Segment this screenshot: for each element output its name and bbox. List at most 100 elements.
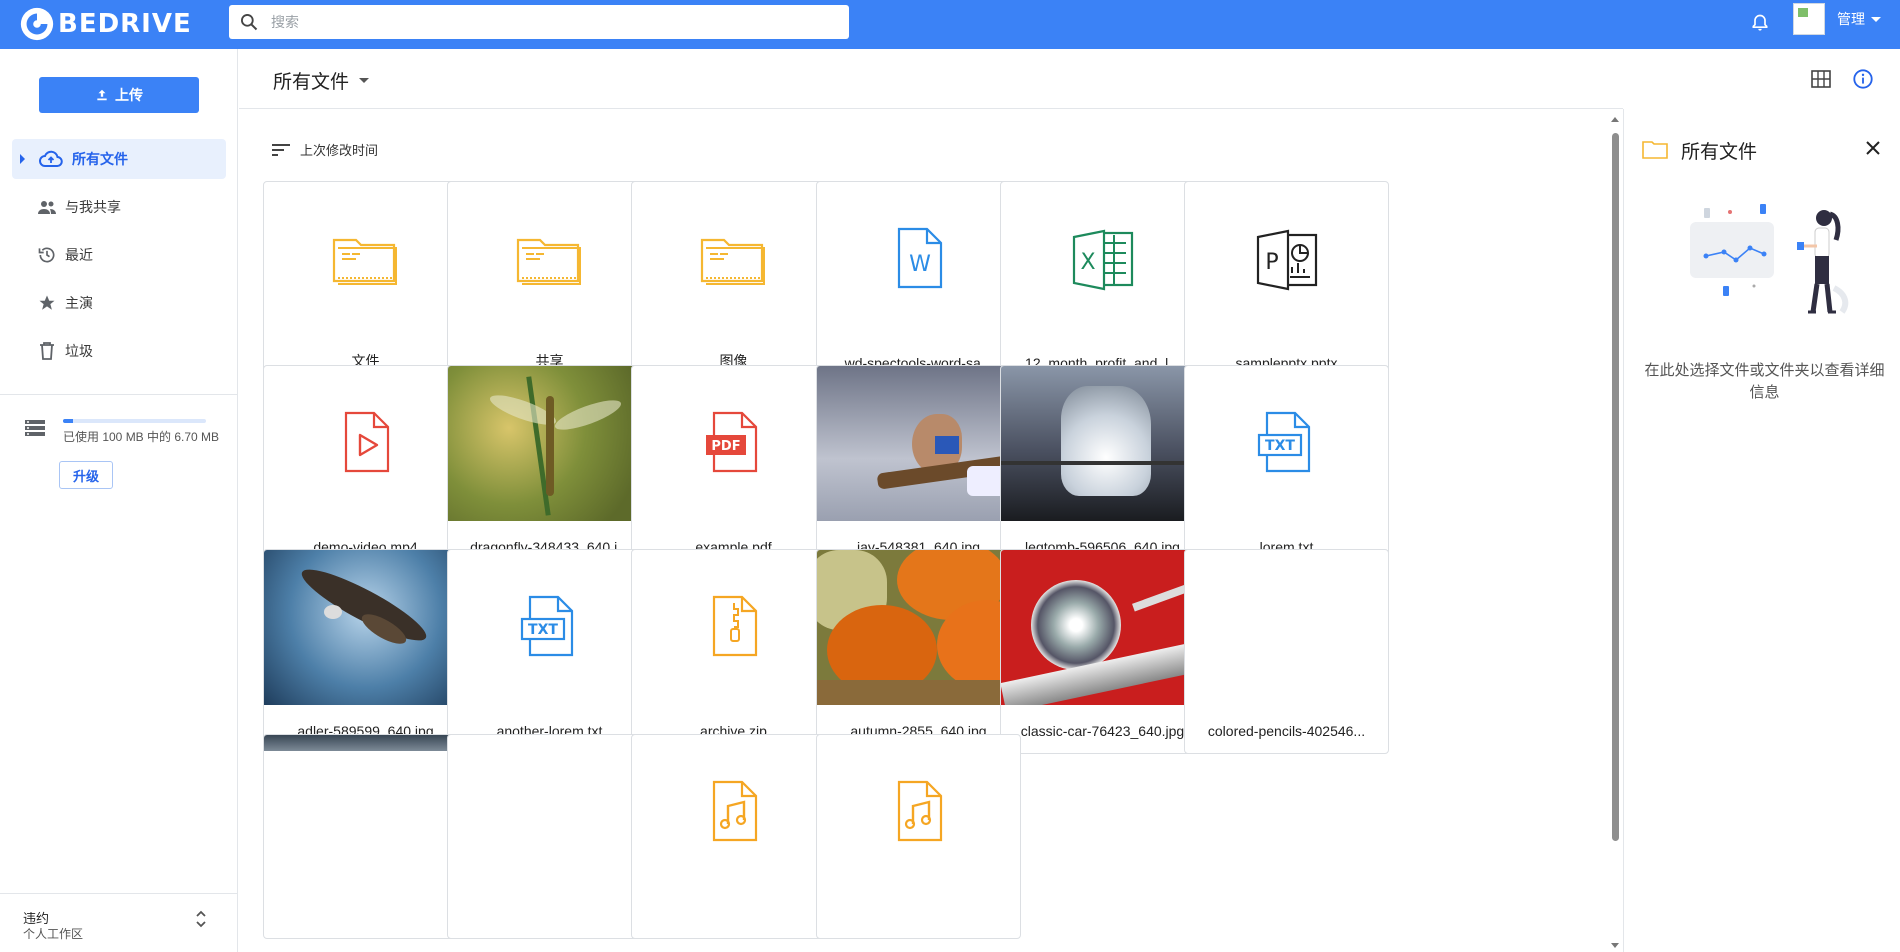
empty-state-illustration (1690, 204, 1849, 314)
sidebar-item-all-files[interactable]: 所有文件 (12, 139, 226, 179)
details-panel: 所有文件 在此处选择文件或文件夹以查看详细信息 (1623, 109, 1900, 952)
pumpkins-image (817, 550, 1020, 705)
sidebar-item-label: 最近 (65, 247, 93, 263)
file-card[interactable]: TXT another-lorem.txt (447, 549, 652, 754)
sidebar-item-trash[interactable]: 垃圾 (12, 331, 226, 371)
audio-file-icon (817, 735, 1020, 890)
folder-icon (264, 182, 467, 337)
excel-file-icon: X (1001, 182, 1204, 337)
chevron-down-icon (359, 78, 370, 83)
svg-text:P: P (1265, 250, 1278, 275)
people-icon (34, 199, 60, 215)
sidebar-item-label: 主演 (65, 295, 93, 311)
breadcrumb[interactable]: 所有文件 (273, 67, 370, 94)
sidebar-item-label: 所有文件 (72, 151, 128, 167)
grid-view-icon[interactable] (1811, 70, 1831, 88)
file-card[interactable]: classic-car-76423_640.jpg (1000, 549, 1205, 754)
svg-text:X: X (1080, 250, 1095, 275)
file-grid: 文件 共享 图像 Wwd-spectools-word-sa... X 12_month_… (263, 181, 1585, 952)
file-card[interactable] (631, 734, 836, 939)
word-file-icon: W (817, 182, 1020, 337)
scroll-up-icon[interactable] (1611, 117, 1619, 122)
svg-text:TXT: TXT (1265, 438, 1295, 454)
folder-icon (448, 182, 651, 337)
file-name: classic-car-76423_640.jpg (1020, 723, 1185, 739)
file-card[interactable]: Psamplepptx.pptx (1184, 181, 1389, 386)
storage-icon (25, 420, 45, 436)
notifications-button[interactable] (1747, 10, 1773, 36)
sidebar-item-recent[interactable]: 最近 (12, 235, 226, 275)
txt-file-icon: TXT (448, 550, 651, 705)
unfold-icon (196, 910, 206, 928)
file-card[interactable]: dragonfly-348433_640.j... (447, 365, 652, 570)
logo[interactable]: BEDRIVE (18, 4, 192, 44)
search-box[interactable] (229, 5, 849, 39)
sidebar-item-label: 与我共享 (65, 199, 121, 215)
sidebar-nav: 所有文件 与我共享 最近 主演 垃圾 (0, 139, 238, 379)
bell-icon (1752, 14, 1768, 31)
dragonfly-image (448, 366, 651, 521)
file-card[interactable]: X 12_month_profit_and_l... (1000, 181, 1205, 386)
sidebar-item-label: 垃圾 (65, 343, 93, 359)
details-title: 所有文件 (1681, 142, 1758, 163)
file-card[interactable]: PDF example.pdf (631, 365, 836, 570)
sidebar-item-shared[interactable]: 与我共享 (12, 187, 226, 227)
file-card[interactable] (816, 734, 1021, 939)
blank-thumbnail (1185, 550, 1388, 705)
top-bar: BEDRIVE 管理 (0, 0, 1900, 49)
upload-button[interactable]: 上传 (39, 77, 199, 113)
sort-button[interactable]: 上次修改时间 (272, 140, 378, 159)
eagle-image (264, 550, 467, 705)
file-card[interactable]: 图像 (631, 181, 836, 386)
workspace-selector[interactable]: 违约 个人工作区 (0, 893, 238, 952)
blank-thumbnail (448, 735, 651, 890)
breadcrumb-current: 所有文件 (273, 72, 350, 93)
upload-button-label: 上传 (115, 87, 143, 103)
chevron-down-icon (1871, 16, 1881, 22)
search-icon (241, 14, 258, 31)
close-icon[interactable] (1864, 139, 1882, 157)
logo-text: BEDRIVE (58, 9, 192, 39)
video-file-icon (264, 366, 467, 521)
file-card[interactable]: TXT lorem.txt (1184, 365, 1389, 570)
file-card[interactable]: 共享 (447, 181, 652, 386)
logo-icon (20, 7, 54, 41)
file-card[interactable]: demo-video.mp4 (263, 365, 468, 570)
file-card[interactable]: autumn-2855_640.jpg (816, 549, 1021, 754)
txt-file-icon: TXT (1185, 366, 1388, 521)
search-input[interactable] (271, 14, 811, 30)
user-menu-label: 管理 (1837, 11, 1865, 27)
svg-text:W: W (909, 252, 931, 277)
file-card[interactable]: Wwd-spectools-word-sa... (816, 181, 1021, 386)
workspace-type: 个人工作区 (23, 927, 84, 941)
sort-label: 上次修改时间 (300, 143, 379, 158)
storage-progress-fill (63, 419, 73, 423)
ice-sculpture-image (1001, 366, 1204, 521)
avatar[interactable] (1793, 3, 1825, 35)
file-card[interactable]: colored-pencils-402546... (1184, 549, 1389, 754)
file-card[interactable] (447, 734, 652, 939)
sidebar-item-starred[interactable]: 主演 (12, 283, 226, 323)
info-icon[interactable] (1852, 68, 1874, 90)
sidebar: 上传 所有文件 与我共享 最近 主演 垃圾 已使用 100 MB 中的 6.70… (0, 49, 238, 952)
zip-file-icon (632, 550, 835, 705)
file-card[interactable]: jay-548381_640.jpg (816, 365, 1021, 570)
file-name: colored-pencils-402546... (1207, 723, 1366, 739)
star-icon (34, 294, 60, 312)
file-card[interactable]: adler-589599_640.jpg (263, 549, 468, 754)
snow-landscape-image (264, 735, 467, 890)
scrollbar-thumb[interactable] (1612, 133, 1619, 841)
file-card[interactable]: archive.zip (631, 549, 836, 754)
upgrade-button[interactable]: 升级 (59, 461, 113, 489)
file-card[interactable]: legtomb-596506_640.jpg (1000, 365, 1205, 570)
user-menu[interactable]: 管理 (1837, 9, 1881, 29)
file-card[interactable]: 文件 (263, 181, 468, 386)
sort-icon (272, 143, 290, 156)
scroll-down-icon[interactable] (1611, 943, 1619, 948)
upload-icon (97, 89, 107, 101)
classic-car-image (1001, 550, 1204, 705)
file-card[interactable] (263, 734, 468, 939)
cloud-icon (38, 150, 64, 168)
jay-bird-image (817, 366, 1020, 521)
audio-file-icon (632, 735, 835, 890)
